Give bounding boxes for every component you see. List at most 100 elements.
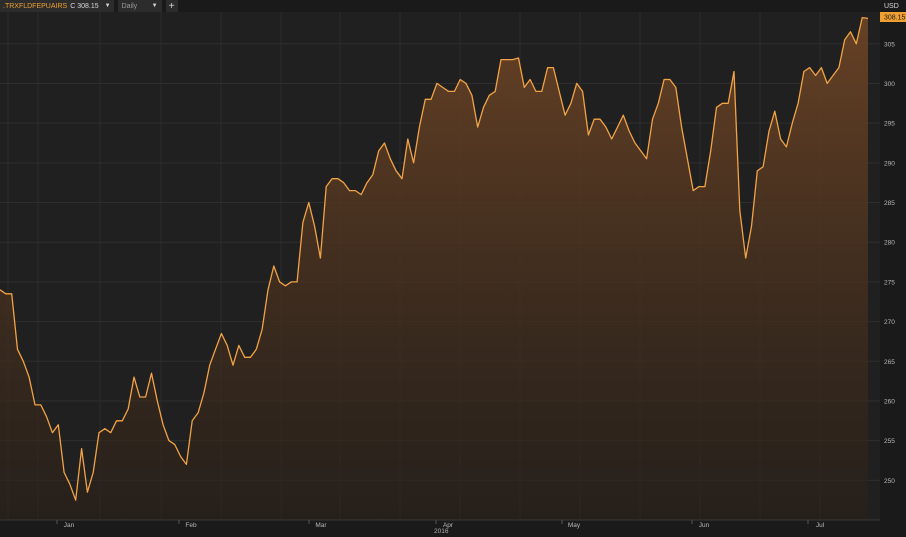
data-point xyxy=(69,484,70,485)
data-point xyxy=(838,67,839,68)
y-tick-label: 270 xyxy=(884,319,895,326)
symbol-selector[interactable]: .TRXFLDFEPUAIRS C 308.15 ▼ xyxy=(0,0,114,12)
data-point xyxy=(128,408,129,409)
data-point xyxy=(163,424,164,425)
data-point xyxy=(308,202,309,203)
period-label: Daily xyxy=(121,2,138,10)
data-point xyxy=(640,150,641,151)
data-point xyxy=(652,119,653,120)
data-point xyxy=(605,127,606,128)
chevron-down-icon[interactable]: ▼ xyxy=(105,3,111,9)
data-point xyxy=(215,349,216,350)
data-point xyxy=(821,67,822,68)
data-point xyxy=(535,91,536,92)
data-point xyxy=(716,107,717,108)
data-point xyxy=(699,186,700,187)
chevron-down-icon[interactable]: ▼ xyxy=(152,3,158,9)
data-point xyxy=(541,91,542,92)
data-point xyxy=(547,67,548,68)
x-tick-label: Jan xyxy=(64,522,75,529)
data-point xyxy=(658,103,659,104)
data-point xyxy=(384,142,385,143)
data-point xyxy=(611,138,612,139)
add-button[interactable]: + xyxy=(165,0,178,12)
data-point xyxy=(133,377,134,378)
data-point xyxy=(285,285,286,286)
data-point xyxy=(407,138,408,139)
data-point xyxy=(93,472,94,473)
data-point xyxy=(378,150,379,151)
data-point xyxy=(157,400,158,401)
data-point xyxy=(122,420,123,421)
price-chart[interactable]: 250 255 260 265 270 275 280 285 290 295 300 305 Jan… xyxy=(0,0,906,537)
data-point xyxy=(349,190,350,191)
data-point xyxy=(227,345,228,346)
data-point xyxy=(599,119,600,120)
data-point xyxy=(827,83,828,84)
data-point xyxy=(495,91,496,92)
data-point xyxy=(774,111,775,112)
data-point xyxy=(23,361,24,362)
data-point xyxy=(763,166,764,167)
chart-toolbar: .TRXFLDFEPUAIRS C 308.15 ▼ Daily ▼ + xyxy=(0,0,178,12)
x-tick-label: Feb xyxy=(185,522,197,529)
plus-icon: + xyxy=(168,0,175,12)
data-point xyxy=(396,170,397,171)
data-point xyxy=(745,258,746,259)
data-point xyxy=(238,345,239,346)
data-point xyxy=(40,404,41,405)
data-point xyxy=(87,492,88,493)
data-point xyxy=(454,91,455,92)
data-point xyxy=(29,377,30,378)
data-point xyxy=(273,265,274,266)
data-point xyxy=(401,178,402,179)
data-point xyxy=(471,95,472,96)
y-axis: 250 255 260 265 270 275 280 285 290 295 300 305 xyxy=(884,41,895,484)
data-point xyxy=(186,464,187,465)
data-point xyxy=(722,103,723,104)
data-point xyxy=(733,71,734,72)
data-point xyxy=(372,174,373,175)
x-tick-label: May xyxy=(568,522,581,529)
data-point xyxy=(11,293,12,294)
data-point xyxy=(174,444,175,445)
y-tick-label: 305 xyxy=(884,41,895,48)
y-tick-label: 260 xyxy=(884,398,895,405)
y-tick-label: 275 xyxy=(884,279,895,286)
data-point xyxy=(17,349,18,350)
data-point xyxy=(815,75,816,76)
data-point xyxy=(739,210,740,211)
data-point xyxy=(98,432,99,433)
data-point xyxy=(151,373,152,374)
data-point xyxy=(832,75,833,76)
symbol-name: .TRXFLDFEPUAIRS xyxy=(3,2,68,10)
data-point xyxy=(553,67,554,68)
currency-label: USD xyxy=(884,3,899,10)
data-point xyxy=(530,79,531,80)
data-point xyxy=(757,170,758,171)
y-tick-label: 300 xyxy=(884,81,895,88)
data-point xyxy=(512,59,513,60)
data-point xyxy=(728,103,729,104)
y-tick-label: 285 xyxy=(884,200,895,207)
data-point xyxy=(366,182,367,183)
data-point xyxy=(786,146,787,147)
data-point xyxy=(582,91,583,92)
data-point xyxy=(687,158,688,159)
data-point xyxy=(798,103,799,104)
data-point xyxy=(361,194,362,195)
data-point xyxy=(704,186,705,187)
data-point xyxy=(570,103,571,104)
data-point xyxy=(343,182,344,183)
data-point xyxy=(221,333,222,334)
data-point xyxy=(203,392,204,393)
period-selector[interactable]: Daily ▼ xyxy=(117,0,162,12)
data-point xyxy=(617,127,618,128)
data-point xyxy=(768,131,769,132)
last-price-tag-label: 308.15 xyxy=(884,15,906,22)
data-point xyxy=(565,115,566,116)
data-point xyxy=(436,83,437,84)
year-label: 2016 xyxy=(434,528,449,535)
data-point xyxy=(483,107,484,108)
data-point xyxy=(390,158,391,159)
